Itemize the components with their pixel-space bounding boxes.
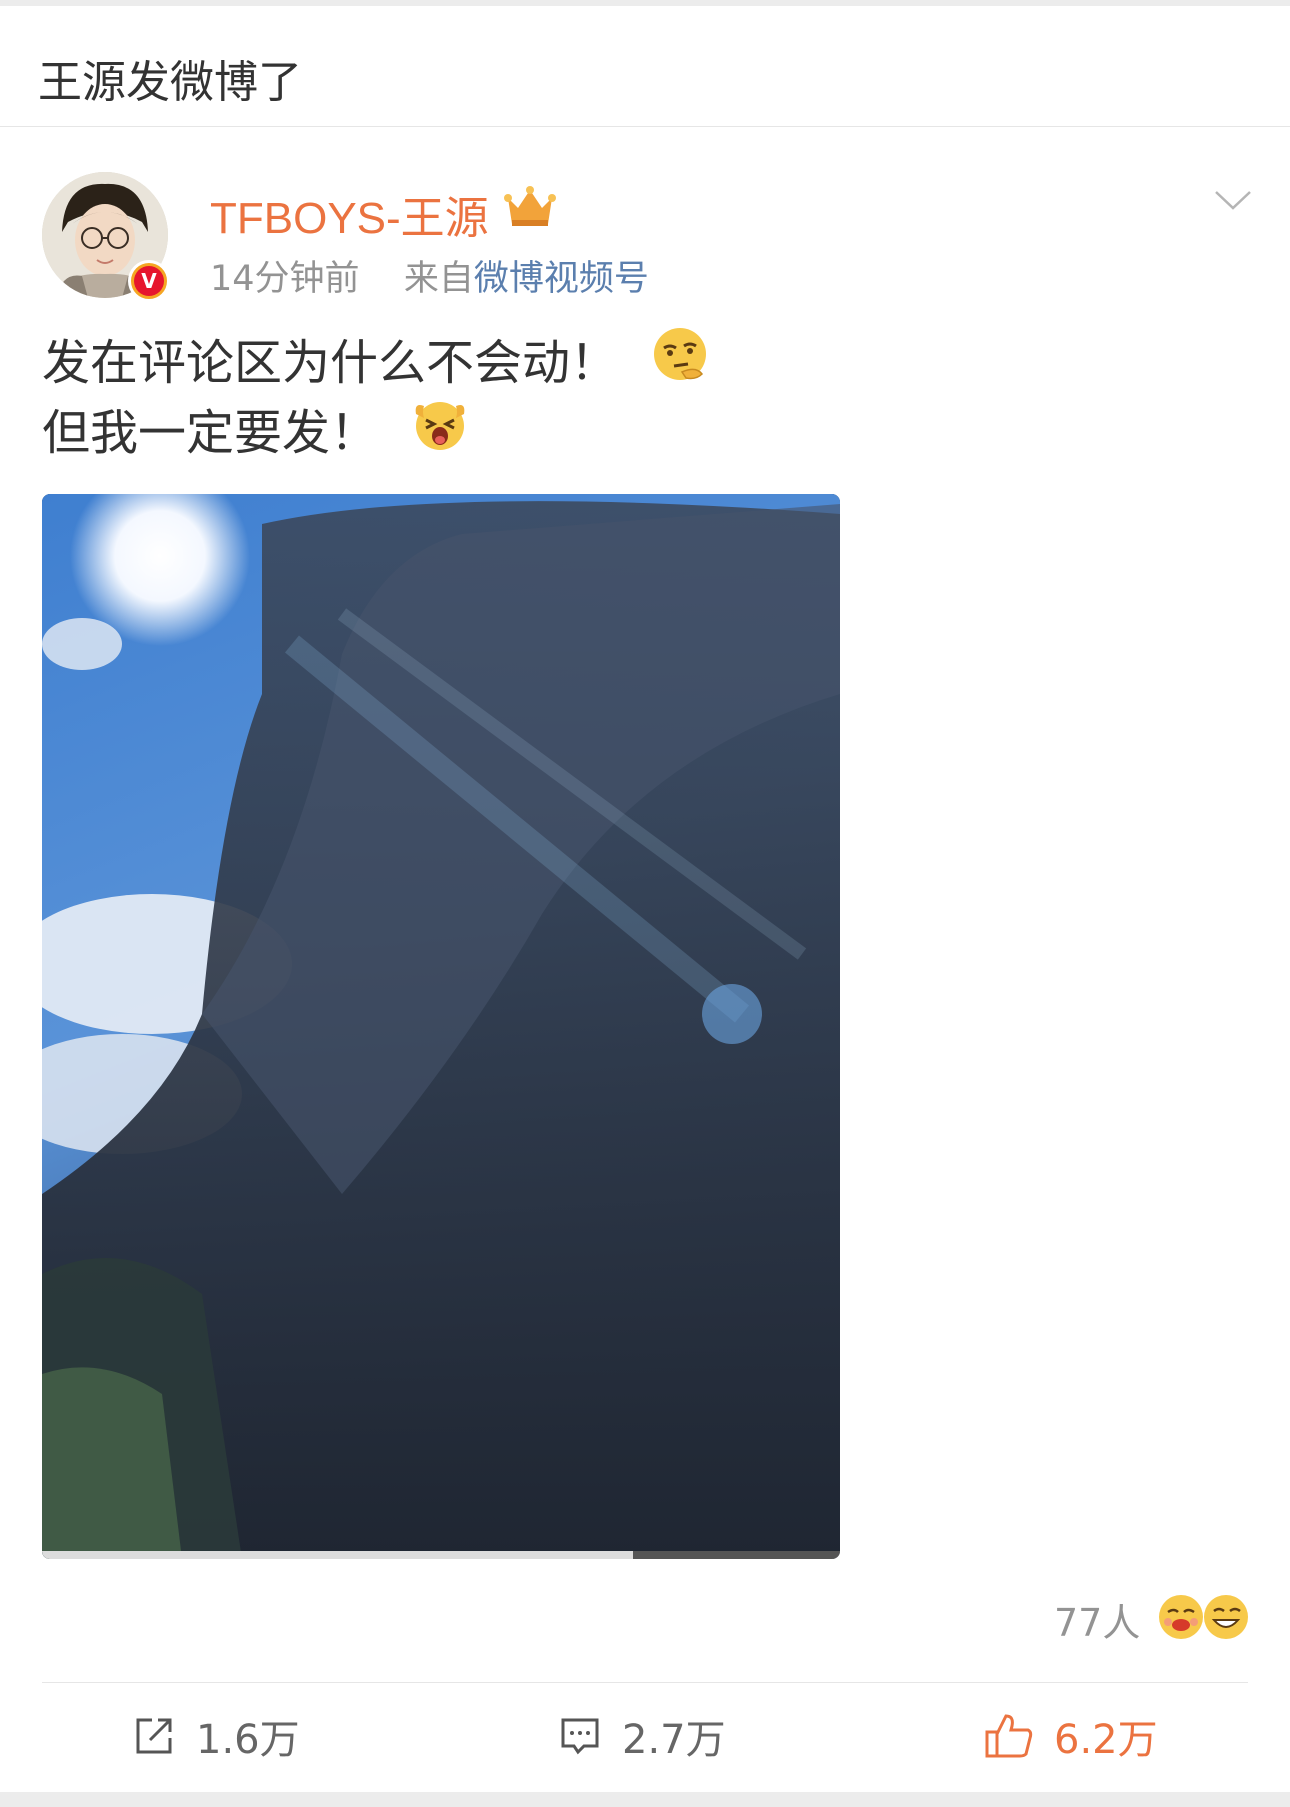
- page-title: 王源发微博了: [38, 57, 302, 108]
- post-text: 发在评论区为什么不会动！ 但我一定要发！: [42, 326, 708, 471]
- reaction-count[interactable]: 77人: [1054, 1592, 1140, 1647]
- reaction-emojis[interactable]: [1156, 1592, 1252, 1642]
- chevron-down-icon[interactable]: [1213, 188, 1253, 216]
- actions-divider: [42, 1682, 1248, 1683]
- post-time: 14分钟前: [210, 259, 360, 299]
- verified-badge-icon: V: [128, 260, 170, 302]
- like-count: 6.2万: [1054, 1717, 1158, 1763]
- author-name[interactable]: TFBOYS-王源: [210, 182, 489, 246]
- video-player[interactable]: [42, 494, 840, 1559]
- share-count: 1.6万: [196, 1717, 300, 1763]
- bottom-strip: [0, 1792, 1290, 1807]
- post-text-line-2: 但我一定要发！: [42, 405, 379, 461]
- comment-button[interactable]: 2.7万: [558, 1708, 726, 1764]
- comment-count: 2.7万: [622, 1717, 726, 1763]
- like-button[interactable]: 6.2万: [984, 1708, 1158, 1764]
- video-progress-fill: [632, 1551, 840, 1559]
- share-icon: [132, 1714, 176, 1758]
- share-button[interactable]: 1.6万: [132, 1708, 300, 1764]
- excited-emoji-icon: [412, 396, 468, 471]
- page-header: 王源发微博了: [0, 6, 1290, 127]
- source-prefix: 来自: [403, 259, 474, 299]
- post-meta: 14分钟前 来自微博视频号: [210, 250, 649, 301]
- comment-icon: [558, 1714, 602, 1758]
- thinking-emoji-icon: [652, 326, 708, 401]
- thumbs-up-icon: [984, 1712, 1034, 1760]
- post-text-line-1: 发在评论区为什么不会动！: [42, 335, 619, 391]
- source-link[interactable]: 微博视频号: [474, 259, 649, 299]
- crown-badge-icon: [502, 184, 558, 234]
